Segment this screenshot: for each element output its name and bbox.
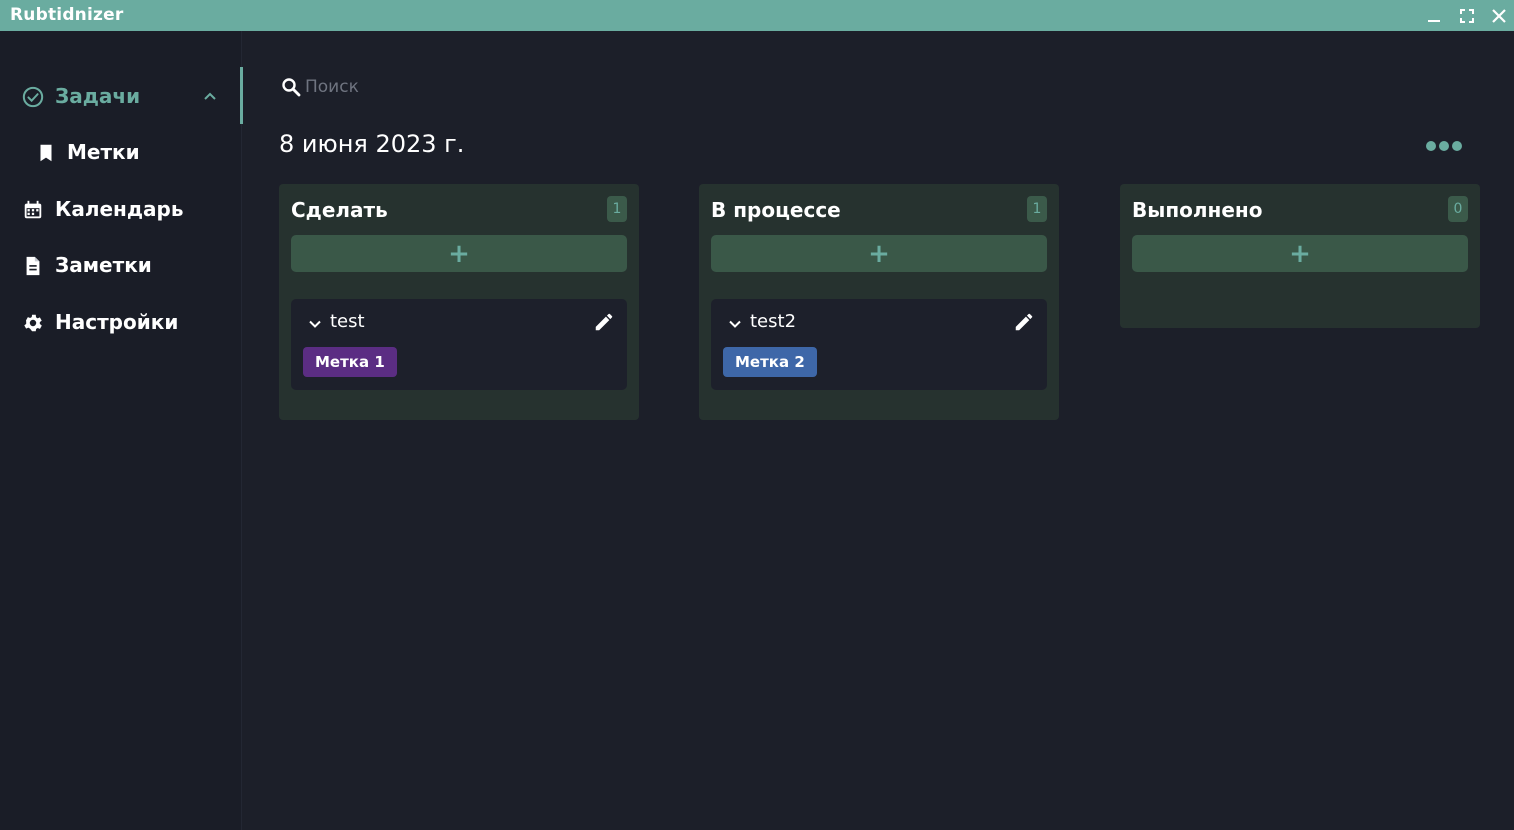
close-icon [1492, 8, 1506, 23]
more-options-button[interactable] [1422, 136, 1466, 156]
column-count-badge: 1 [1027, 196, 1047, 222]
more-dots-icon [1426, 141, 1436, 151]
task-card[interactable]: test2 Метка 2 [711, 299, 1047, 390]
search-icon [282, 78, 301, 97]
tag-badge: Метка 1 [303, 347, 397, 377]
title-bar: Rubtidnizer [0, 0, 1514, 31]
column-title: Сделать [291, 198, 388, 222]
task-title: test [330, 311, 365, 332]
column-done: Выполнено 0 + [1120, 184, 1480, 328]
column-in-progress: В процессе 1 + test2 Метка 2 [699, 184, 1059, 420]
maximize-icon [1460, 8, 1474, 23]
check-circle-icon [22, 86, 44, 108]
sidebar-item-label: Заметки [55, 253, 152, 277]
chevron-down-icon[interactable] [728, 317, 742, 331]
gear-icon [24, 314, 42, 332]
minimize-icon [1428, 19, 1440, 22]
sidebar-item-settings[interactable]: Настройки [0, 297, 242, 347]
chevron-down-icon[interactable] [308, 317, 322, 331]
document-icon [26, 256, 40, 276]
sidebar: Задачи Метки Календарь Заметки Настройки [0, 31, 242, 830]
add-task-button[interactable]: + [291, 235, 627, 272]
bookmark-icon [40, 144, 52, 162]
pencil-icon[interactable] [593, 311, 615, 333]
active-indicator [240, 67, 243, 124]
add-task-button[interactable]: + [1132, 235, 1468, 272]
sidebar-item-calendar[interactable]: Календарь [0, 184, 242, 234]
column-count-badge: 0 [1448, 196, 1468, 222]
sidebar-item-label: Настройки [55, 310, 179, 334]
column-todo: Сделать 1 + test Метка 1 [279, 184, 639, 420]
column-title: В процессе [711, 198, 841, 222]
task-card[interactable]: test Метка 1 [291, 299, 627, 390]
calendar-icon [24, 200, 42, 219]
task-title: test2 [750, 311, 797, 332]
tag-badge: Метка 2 [723, 347, 817, 377]
maximize-button[interactable] [1452, 0, 1482, 31]
sidebar-item-tasks[interactable]: Задачи [0, 71, 242, 121]
minimize-button[interactable] [1419, 0, 1449, 31]
sidebar-item-notes[interactable]: Заметки [0, 240, 242, 290]
close-button[interactable] [1484, 0, 1514, 31]
pencil-icon[interactable] [1013, 311, 1035, 333]
app-title: Rubtidnizer [10, 5, 124, 25]
chevron-up-icon[interactable] [203, 89, 217, 103]
sidebar-item-label: Метки [67, 140, 140, 164]
sidebar-item-label: Календарь [55, 197, 184, 221]
page-title: 8 июня 2023 г. [279, 130, 465, 158]
column-count-badge: 1 [607, 196, 627, 222]
column-title: Выполнено [1132, 198, 1263, 222]
sidebar-item-tags[interactable]: Метки [0, 127, 242, 177]
search-input[interactable] [305, 73, 605, 101]
add-task-button[interactable]: + [711, 235, 1047, 272]
sidebar-item-label: Задачи [55, 84, 141, 108]
